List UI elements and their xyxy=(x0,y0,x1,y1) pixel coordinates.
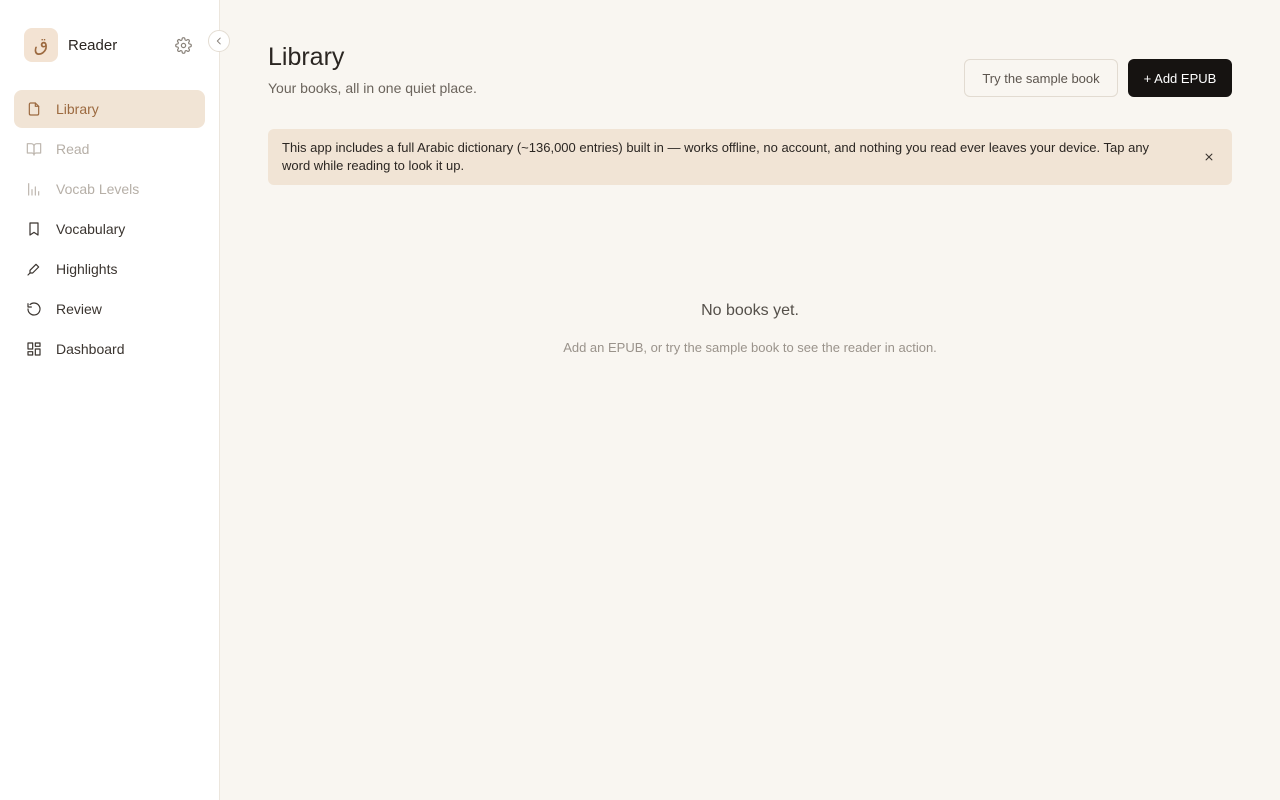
chevron-left-icon xyxy=(216,37,221,45)
sidebar-item-dashboard[interactable]: Dashboard xyxy=(14,330,205,368)
sidebar-item-read[interactable]: Read xyxy=(14,130,205,168)
bar-chart-icon xyxy=(26,181,42,197)
page-subtitle: Your books, all in one quiet place. xyxy=(268,80,477,96)
app-name: Reader xyxy=(68,36,118,54)
add-epub-button[interactable]: + Add EPUB xyxy=(1128,59,1232,97)
collapse-sidebar-button[interactable] xyxy=(208,30,230,52)
bookmark-icon xyxy=(26,221,42,237)
book-open-icon xyxy=(26,141,42,157)
banner-text: This app includes a full Arabic dictiona… xyxy=(282,140,1150,173)
sidebar-item-label: Vocabulary xyxy=(56,221,126,237)
empty-state-title: No books yet. xyxy=(701,302,799,319)
sidebar-nav: Library Read Vocab Levels Vocabulary Hig… xyxy=(14,90,205,370)
sidebar: ق Reader Library Read Vocab Levels Vocab… xyxy=(0,0,220,800)
sidebar-item-label: Read xyxy=(56,141,90,157)
try-sample-book-button[interactable]: Try the sample book xyxy=(964,59,1118,97)
empty-state-subtitle: Add an EPUB, or try the sample book to s… xyxy=(563,340,937,355)
main-content: Library Your books, all in one quiet pla… xyxy=(220,0,1280,800)
page-title: Library xyxy=(268,43,345,71)
sidebar-item-vocabulary[interactable]: Vocabulary xyxy=(14,210,205,248)
sidebar-item-label: Review xyxy=(56,301,102,317)
settings-button[interactable] xyxy=(172,35,194,55)
sidebar-item-label: Highlights xyxy=(56,261,118,277)
sidebar-item-library[interactable]: Library xyxy=(14,90,205,128)
sidebar-item-highlights[interactable]: Highlights xyxy=(14,250,205,288)
file-icon xyxy=(26,101,42,117)
history-icon xyxy=(26,301,42,317)
sidebar-item-vocab-levels[interactable]: Vocab Levels xyxy=(14,170,205,208)
dashboard-icon xyxy=(26,341,42,357)
highlighter-icon xyxy=(26,261,42,277)
info-banner: This app includes a full Arabic dictiona… xyxy=(268,129,1232,185)
close-icon xyxy=(1205,153,1213,161)
gear-icon xyxy=(174,36,192,54)
dismiss-banner-button[interactable] xyxy=(1202,150,1216,164)
brand: ق Reader xyxy=(24,28,117,62)
sidebar-item-label: Dashboard xyxy=(56,341,125,357)
app-logo: ق xyxy=(24,28,58,62)
sidebar-item-label: Vocab Levels xyxy=(56,181,140,197)
sidebar-item-label: Library xyxy=(56,101,99,117)
sidebar-item-review[interactable]: Review xyxy=(14,290,205,328)
